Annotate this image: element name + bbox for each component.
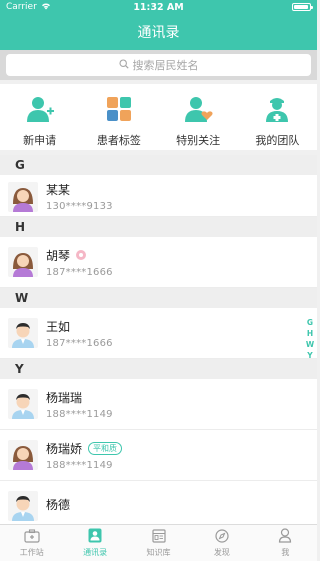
section-header-w: W: [0, 288, 317, 308]
nav-bar: 通讯录: [0, 14, 317, 50]
quick-actions: 新申请 患者标签 特别关注 我的团队: [0, 84, 317, 150]
quick-action-patient-tags[interactable]: 患者标签: [79, 84, 158, 150]
contact-row[interactable]: 杨瑞娇 平和质 188****1149: [0, 430, 317, 481]
quick-action-special-attention[interactable]: 特别关注: [159, 84, 238, 150]
contact-name: 王如: [46, 319, 71, 334]
tab-label: 发现: [213, 547, 230, 557]
section-header-h: H: [0, 217, 317, 237]
section-letter: G: [15, 158, 25, 172]
tab-contacts[interactable]: 通讯录: [63, 525, 126, 561]
carrier-label: Carrier: [6, 2, 37, 12]
page-title: 通讯录: [137, 25, 180, 41]
section-header-g: G: [0, 155, 317, 175]
tab-me[interactable]: 我: [254, 525, 317, 561]
male-avatar-icon: [8, 389, 38, 419]
quick-action-new-application[interactable]: 新申请: [0, 84, 79, 150]
tab-label: 知识库: [146, 547, 171, 557]
workstation-icon: [24, 528, 40, 545]
contact-phone: 187****1666: [46, 337, 113, 349]
index-letter[interactable]: W: [306, 340, 314, 349]
quick-action-label: 特别关注: [176, 134, 221, 147]
contact-name: 杨德: [46, 498, 71, 512]
quick-action-label: 患者标签: [96, 134, 141, 147]
contact-phone: 188****1149: [46, 459, 113, 471]
tab-label: 工作站: [19, 547, 44, 557]
contact-row[interactable]: 某某 130****9133: [0, 175, 317, 217]
male-avatar-icon: [8, 318, 38, 348]
section-letter: Y: [15, 362, 24, 376]
add-user-icon: [25, 94, 55, 124]
tab-knowledge[interactable]: 知识库: [127, 525, 190, 561]
search-input[interactable]: 搜索居民姓名: [6, 54, 311, 76]
alphabet-index[interactable]: G H W Y: [305, 318, 315, 360]
constitution-tag: 平和质: [88, 441, 123, 455]
quick-action-my-team[interactable]: 我的团队: [238, 84, 317, 150]
contact-row[interactable]: 杨德: [0, 481, 317, 524]
tab-discover[interactable]: 发现: [190, 525, 253, 561]
section-letter: W: [15, 291, 29, 305]
contact-name: 杨瑞瑞: [46, 390, 83, 405]
index-letter[interactable]: G: [307, 318, 313, 327]
status-bar: Carrier 11:32 AM: [0, 0, 317, 14]
search-icon: [118, 58, 129, 72]
contact-phone: 188****1149: [46, 408, 113, 420]
knowledge-icon: [151, 528, 166, 545]
section-header-y: Y: [0, 359, 317, 379]
tab-bar: 工作站 通讯录 知识库 发现 我: [0, 524, 317, 561]
search-area: 搜索居民姓名: [0, 50, 317, 80]
profile-icon: [278, 528, 292, 545]
pink-dot-icon: [76, 250, 87, 260]
heart-user-icon: [183, 94, 213, 124]
top-bar: Carrier 11:32 AM 通讯录: [0, 0, 317, 50]
tab-label: 通讯录: [83, 548, 108, 557]
contact-name: 杨瑞娇: [46, 441, 83, 456]
male-avatar-icon: [8, 491, 38, 521]
female-avatar-icon: [8, 440, 38, 470]
contact-row[interactable]: 杨瑞瑞 188****1149: [0, 379, 317, 430]
quick-action-label: 我的团队: [255, 134, 300, 147]
section-letter: H: [15, 220, 26, 234]
index-letter[interactable]: H: [307, 329, 313, 338]
search-placeholder: 搜索居民姓名: [132, 59, 199, 72]
doctor-icon: [262, 94, 292, 124]
contact-phone: 187****1666: [46, 266, 113, 278]
wifi-icon: [41, 2, 51, 13]
contact-row[interactable]: 胡琴 187****1666: [0, 237, 317, 288]
contact-name: 胡琴: [46, 248, 71, 263]
tab-label: 我: [281, 548, 290, 557]
compass-icon: [215, 528, 229, 545]
contact-name: 某某: [46, 183, 71, 197]
female-avatar-icon: [8, 247, 38, 277]
contact-phone: 130****9133: [46, 201, 113, 212]
contact-row[interactable]: 王如 187****1666: [0, 308, 317, 359]
quick-action-label: 新申请: [23, 134, 57, 147]
female-avatar-icon: [8, 182, 38, 212]
contact-list[interactable]: G 某某 130****9133 H 胡琴 187****1666 W 王如 1…: [0, 155, 317, 524]
index-letter[interactable]: Y: [307, 351, 312, 360]
battery-icon: [292, 3, 313, 11]
tab-workstation[interactable]: 工作站: [0, 525, 63, 561]
contacts-icon: [88, 528, 102, 545]
tag-grid-icon: [104, 94, 134, 124]
